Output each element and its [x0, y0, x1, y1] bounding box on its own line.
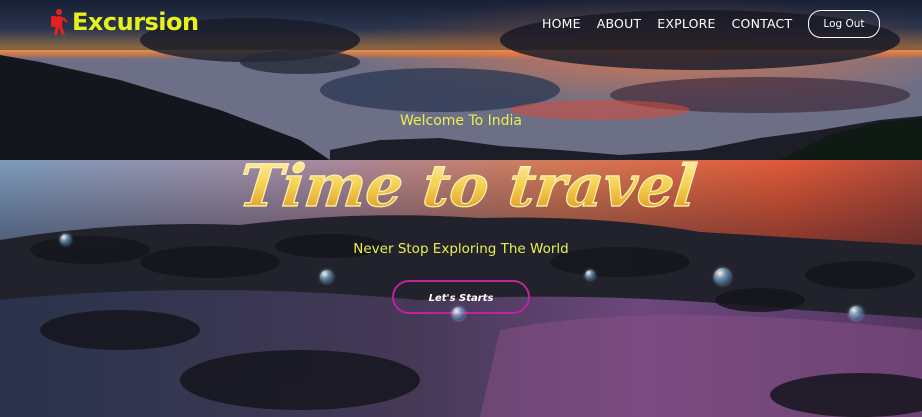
- bubble-decoration: [452, 307, 465, 320]
- top-navbar: Excursion HOME ABOUT EXPLORE CONTACT Log…: [0, 0, 922, 50]
- nav-home[interactable]: HOME: [542, 16, 581, 31]
- brand-name: Excursion: [72, 8, 199, 36]
- bubble-decoration: [849, 306, 863, 320]
- brand-logo[interactable]: Excursion: [48, 8, 199, 36]
- welcome-text: Welcome To India: [399, 113, 523, 129]
- hero-section: Excursion HOME ABOUT EXPLORE CONTACT Log…: [0, 0, 922, 417]
- bubble-decoration: [60, 234, 71, 245]
- nav-about[interactable]: ABOUT: [597, 16, 642, 31]
- bubble-decoration: [320, 270, 333, 283]
- nav-contact[interactable]: CONTACT: [732, 16, 793, 31]
- logout-button[interactable]: Log Out: [808, 10, 880, 38]
- hiker-icon: [51, 9, 68, 35]
- bubble-decoration: [714, 268, 731, 285]
- bubble-decoration: [585, 270, 595, 280]
- main-menu: HOME ABOUT EXPLORE CONTACT: [542, 16, 792, 31]
- nav-explore[interactable]: EXPLORE: [657, 16, 715, 31]
- headline: Time to travel: [235, 151, 700, 221]
- headline-text: Time to travel: [236, 151, 700, 220]
- tagline-text: Never Stop Exploring The World: [353, 241, 569, 257]
